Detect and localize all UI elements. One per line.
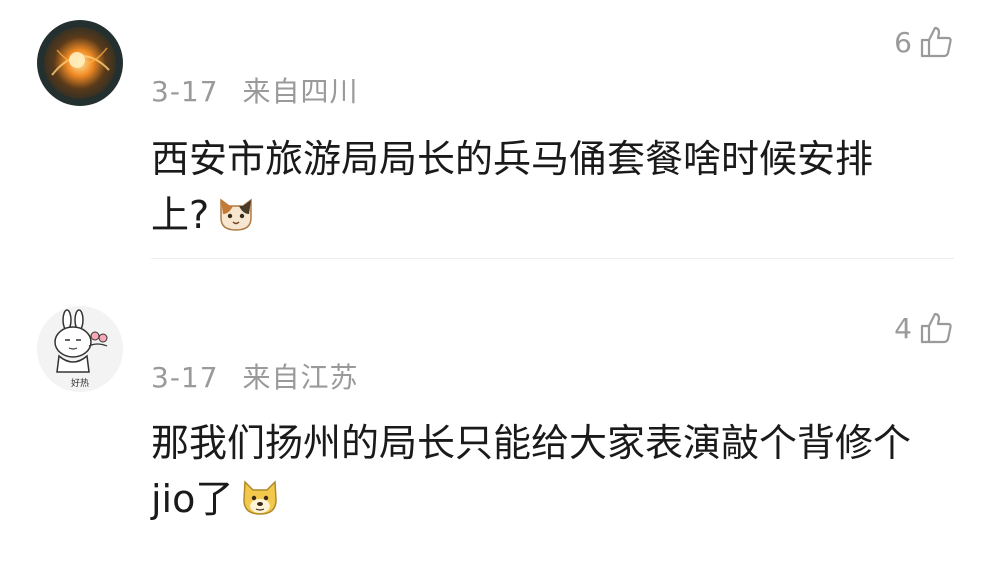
bunny-sticker-avatar-icon: 好热 (37, 306, 123, 392)
comment-meta: 3-17 来自江苏 (151, 356, 359, 396)
comment-text-line: 那我们扬州的局长只能给大家表演敲个背修个 (151, 421, 912, 465)
user-avatar[interactable]: 好热 (37, 306, 123, 392)
comment-text-line: jio了 (151, 477, 234, 521)
doge-emoji-icon (239, 476, 281, 518)
comment-text: 那我们扬州的局长只能给大家表演敲个背修个 jio了 (151, 415, 931, 527)
comment-item: 好热 4 3-17 来自江苏 那我们扬州的局长只能给大家表演敲个背修个 jio了 (0, 0, 1000, 562)
avatar-caption: 好热 (71, 377, 89, 389)
comment-date: 3-17 (151, 361, 219, 394)
thumbs-up-icon (918, 310, 954, 346)
like-count: 4 (894, 311, 912, 345)
comment-location: 来自江苏 (242, 361, 359, 394)
like-button[interactable]: 4 (894, 310, 954, 346)
